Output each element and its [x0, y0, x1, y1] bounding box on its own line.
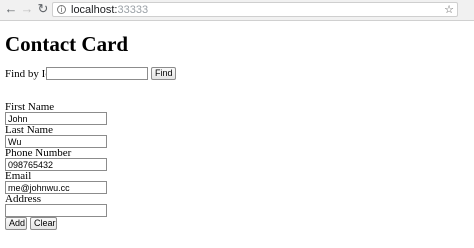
reload-icon[interactable]: ↻ [36, 2, 50, 16]
url-host: localhost: [71, 4, 118, 16]
forward-icon[interactable]: → [20, 2, 34, 16]
find-by-id-input[interactable] [46, 67, 148, 80]
url-port: 33333 [117, 4, 149, 16]
clear-button[interactable]: Clear [30, 217, 57, 230]
add-button[interactable]: Add [5, 217, 27, 230]
find-button[interactable]: Find [151, 67, 176, 80]
back-icon[interactable]: ← [4, 2, 18, 16]
bookmark-star-icon[interactable]: ☆ [444, 3, 454, 18]
find-by-id-label: Find by Id [5, 68, 51, 80]
info-icon[interactable]: i [57, 5, 66, 14]
page-title: Contact Card [5, 32, 129, 56]
address-input[interactable] [5, 204, 107, 217]
url-text[interactable]: localhost:33333 [71, 3, 148, 18]
browser-toolbar: ← → ↻ i localhost:33333 ☆ [0, 0, 474, 21]
address-bar[interactable]: i localhost:33333 ☆ [52, 2, 458, 17]
